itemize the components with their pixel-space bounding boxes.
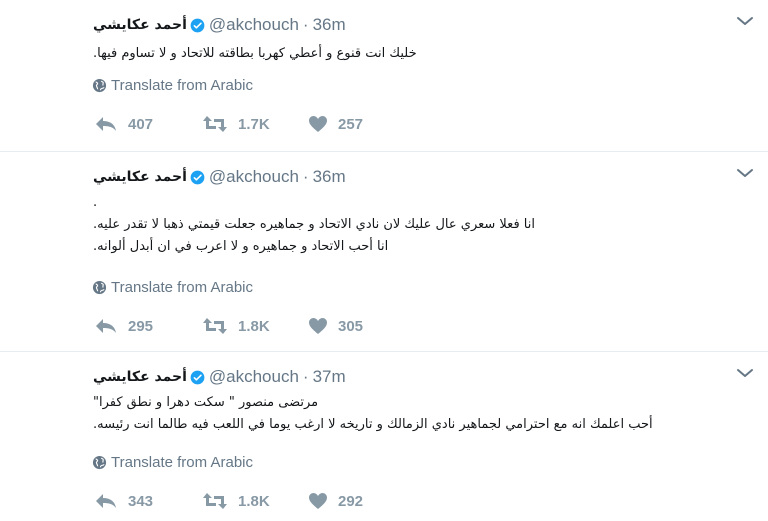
retweet-count: 1.8K bbox=[238, 317, 270, 335]
tweet-timestamp[interactable]: 36m bbox=[313, 167, 346, 187]
tweet-text: خليك انت قنوع و أعطي كهربا بطاقته للاتحا… bbox=[93, 43, 748, 65]
chevron-down-icon[interactable] bbox=[736, 166, 754, 180]
like-count: 305 bbox=[338, 317, 364, 335]
like-count: 292 bbox=[338, 492, 364, 510]
reply-icon bbox=[96, 117, 116, 131]
like-button[interactable]: 305 bbox=[308, 317, 398, 335]
tweet-header: أحمد عكايشي @akchouch · 36m bbox=[93, 14, 346, 36]
author-handle[interactable]: @akchouch bbox=[209, 167, 299, 187]
tweet-timeline: أحمد عكايشي @akchouch · 36m خليك انت قنو… bbox=[0, 0, 768, 521]
retweet-button[interactable]: 1.8K bbox=[202, 492, 308, 510]
tweet-timestamp[interactable]: 37m bbox=[313, 367, 346, 387]
tweet[interactable]: أحمد عكايشي @akchouch · 37m مرتضى منصور … bbox=[0, 352, 768, 521]
reply-icon bbox=[96, 319, 116, 333]
tweet-text-line: . bbox=[93, 195, 98, 210]
separator-dot: · bbox=[302, 367, 309, 386]
reply-count: 295 bbox=[128, 317, 154, 335]
reply-button[interactable]: 407 bbox=[94, 115, 202, 133]
tweet-text: . انا فعلا سعري عال عليك لان نادي الاتحا… bbox=[93, 192, 748, 258]
retweet-icon bbox=[203, 318, 227, 334]
verified-badge-icon bbox=[190, 18, 205, 32]
tweet-text-line: مرتضى منصور " سكت دهرا و نطق كفرا" bbox=[93, 395, 319, 410]
globe-icon bbox=[92, 455, 107, 470]
author-handle[interactable]: @akchouch bbox=[209, 367, 299, 387]
tweet-timestamp[interactable]: 36m bbox=[313, 15, 346, 35]
heart-icon bbox=[309, 116, 327, 132]
author-name[interactable]: أحمد عكايشي bbox=[93, 369, 187, 385]
author-name[interactable]: أحمد عكايشي bbox=[93, 169, 187, 185]
separator-dot: · bbox=[302, 167, 309, 186]
author-handle[interactable]: @akchouch bbox=[209, 15, 299, 35]
retweet-count: 1.7K bbox=[238, 115, 270, 133]
heart-icon bbox=[309, 493, 327, 509]
tweet[interactable]: أحمد عكايشي @akchouch · 36m خليك انت قنو… bbox=[0, 0, 768, 152]
reply-button[interactable]: 343 bbox=[94, 492, 202, 510]
tweet-text-line: خليك انت قنوع و أعطي كهربا بطاقته للاتحا… bbox=[93, 46, 417, 61]
retweet-button[interactable]: 1.7K bbox=[202, 115, 308, 133]
reply-button[interactable]: 295 bbox=[94, 317, 202, 335]
verified-badge-icon bbox=[190, 170, 205, 184]
translate-link[interactable]: Translate from Arabic bbox=[92, 454, 253, 471]
reply-icon bbox=[96, 494, 116, 508]
separator-dot: · bbox=[302, 15, 309, 34]
tweet-text: مرتضى منصور " سكت دهرا و نطق كفرا" أحب ا… bbox=[93, 392, 748, 436]
tweet-actions: 295 1.8K 305 bbox=[94, 317, 398, 335]
globe-icon bbox=[92, 78, 107, 93]
translate-label: Translate from Arabic bbox=[111, 77, 253, 94]
tweet-actions: 407 1.7K 257 bbox=[94, 115, 398, 133]
like-count: 257 bbox=[338, 115, 364, 133]
retweet-button[interactable]: 1.8K bbox=[202, 317, 308, 335]
tweet-actions: 343 1.8K 292 bbox=[94, 492, 398, 510]
translate-link[interactable]: Translate from Arabic bbox=[92, 77, 253, 94]
chevron-down-icon[interactable] bbox=[736, 14, 754, 28]
chevron-down-icon[interactable] bbox=[736, 366, 754, 380]
translate-link[interactable]: Translate from Arabic bbox=[92, 279, 253, 296]
tweet[interactable]: أحمد عكايشي @akchouch · 36m . انا فعلا س… bbox=[0, 152, 768, 352]
translate-label: Translate from Arabic bbox=[111, 454, 253, 471]
heart-icon bbox=[309, 318, 327, 334]
retweet-count: 1.8K bbox=[238, 492, 270, 510]
like-button[interactable]: 292 bbox=[308, 492, 398, 510]
like-button[interactable]: 257 bbox=[308, 115, 398, 133]
tweet-header: أحمد عكايشي @akchouch · 36m bbox=[93, 166, 346, 188]
translate-label: Translate from Arabic bbox=[111, 279, 253, 296]
reply-count: 407 bbox=[128, 115, 154, 133]
verified-badge-icon bbox=[190, 370, 205, 384]
tweet-header: أحمد عكايشي @akchouch · 37m bbox=[93, 366, 346, 388]
author-name[interactable]: أحمد عكايشي bbox=[93, 17, 187, 33]
retweet-icon bbox=[203, 116, 227, 132]
tweet-text-line: انا أحب الاتحاد و جماهيره و لا اعرب في ا… bbox=[93, 239, 389, 254]
globe-icon bbox=[92, 280, 107, 295]
tweet-text-line: انا فعلا سعري عال عليك لان نادي الاتحاد … bbox=[93, 217, 535, 232]
retweet-icon bbox=[203, 493, 227, 509]
tweet-text-line: أحب اعلمك انه مع احترامي لجماهير نادي ال… bbox=[93, 417, 653, 432]
reply-count: 343 bbox=[128, 492, 154, 510]
